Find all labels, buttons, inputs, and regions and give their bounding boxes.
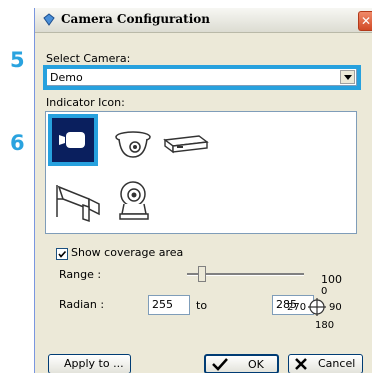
camera-select-value: Demo <box>50 71 83 84</box>
apply-to-label: Apply to ... <box>64 357 124 370</box>
camera-select[interactable]: Demo <box>45 68 357 86</box>
compass-top-label: 0 <box>321 286 328 297</box>
checkmark-icon <box>212 358 228 371</box>
range-slider-thumb[interactable] <box>198 266 206 282</box>
radian-to-label: to <box>196 299 208 312</box>
step-number-6: 6 <box>10 131 25 155</box>
compass-right-label: 90 <box>329 302 342 313</box>
flat-camera-icon[interactable] <box>161 132 211 156</box>
ok-button[interactable]: OK <box>204 354 279 373</box>
close-icon: ✕ <box>360 14 372 28</box>
bullet-camera-icon[interactable] <box>53 179 103 225</box>
step-number-5: 5 <box>10 48 25 72</box>
chevron-down-icon[interactable] <box>340 70 355 84</box>
window-title: Camera Configuration <box>61 12 210 26</box>
indicator-icon-label: Indicator Icon: <box>46 96 125 109</box>
radian-from-input[interactable]: 255 <box>148 295 190 315</box>
indicator-icon-selected[interactable] <box>48 114 98 166</box>
range-value: 100 <box>321 273 342 286</box>
camera-app-icon <box>43 13 55 26</box>
box-camera-icon <box>59 132 85 148</box>
ok-label: OK <box>248 358 264 371</box>
cancel-label: Cancel <box>318 357 356 370</box>
show-coverage-checkbox[interactable] <box>56 248 68 260</box>
apply-to-button[interactable]: Apply to ... <box>48 354 131 373</box>
range-label: Range : <box>59 268 102 281</box>
compass-bottom-label: 180 <box>315 320 335 331</box>
cancel-x-icon <box>295 358 307 370</box>
camera-configuration-dialog: Camera Configuration ✕ Select Camera: De… <box>34 8 372 373</box>
select-camera-label: Select Camera: <box>46 52 131 65</box>
title-bar: Camera Configuration ✕ <box>35 8 372 33</box>
dome-camera-icon[interactable] <box>113 123 155 163</box>
checkmark-icon <box>58 250 67 258</box>
cube-camera-icon[interactable] <box>116 178 152 222</box>
radian-label: Radian : <box>59 298 105 311</box>
cancel-button[interactable]: Cancel <box>288 354 363 373</box>
compass-left-label: 270 <box>287 302 307 313</box>
compass-icon <box>308 298 326 316</box>
show-coverage-label: Show coverage area <box>71 246 184 259</box>
close-button[interactable]: ✕ <box>358 11 372 31</box>
